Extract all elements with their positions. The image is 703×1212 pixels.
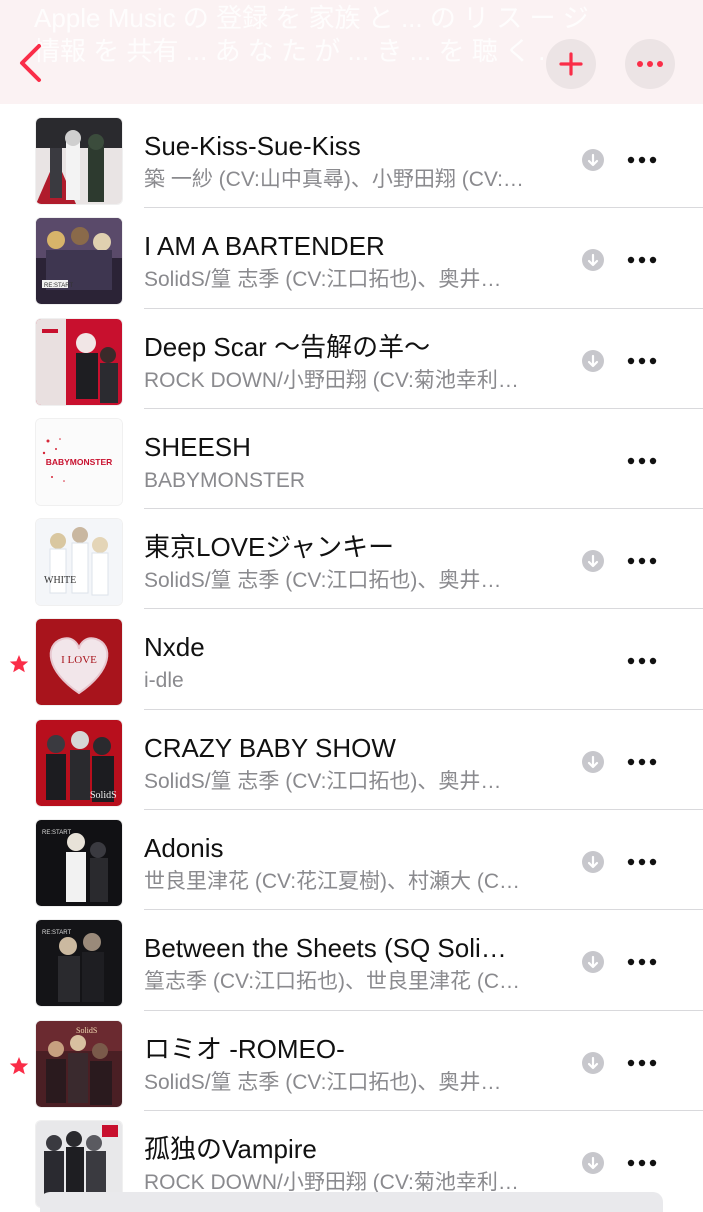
song-title: CRAZY BABY SHOW xyxy=(144,732,396,763)
plus-icon xyxy=(559,52,583,76)
song-row[interactable]: Sue-Kiss-Sue-Kiss 築 一紗 (CV:山中真尋)、小野田翔 (C… xyxy=(0,108,703,209)
artwork-label: BABYMONSTER xyxy=(46,457,113,467)
artwork-label: WHITE xyxy=(44,575,76,586)
download-icon[interactable] xyxy=(581,148,605,172)
download-icon[interactable] xyxy=(581,549,605,573)
song-more-button[interactable] xyxy=(622,747,662,777)
song-artist: 世良里津花 (CV:花江夏樹)、村瀬大 (CV… xyxy=(144,870,524,894)
ellipsis-icon xyxy=(637,61,663,67)
song-title: Nxde xyxy=(144,632,205,663)
song-row[interactable]: RE:START Between the Sheets (SQ Soli… 篁志… xyxy=(0,910,703,1011)
song-row[interactable]: SolidS ロミオ -ROMEO- SolidS/篁 志季 (CV:江口拓也)… xyxy=(0,1011,703,1111)
song-title: 孤独のVampire xyxy=(144,1133,317,1164)
song-row[interactable]: SolidS CRAZY BABY SHOW SolidS/篁 志季 (CV:江… xyxy=(0,710,703,811)
artwork-label: I LOVE xyxy=(61,654,97,666)
artwork-label: SolidS xyxy=(90,790,117,801)
song-artist: ROCK DOWN/小野田翔 (CV:菊池幸利… xyxy=(144,368,519,392)
song-artist: i-dle xyxy=(144,669,184,693)
ellipsis-icon xyxy=(627,959,657,966)
artwork-label: RE:START xyxy=(42,930,71,936)
song-artist: SolidS/篁 志季 (CV:江口拓也)、奥井… xyxy=(144,268,502,292)
album-artwork: BABYMONSTER xyxy=(36,418,122,505)
album-artwork: RE:START xyxy=(36,218,122,305)
favorite-star-icon xyxy=(9,1056,29,1074)
song-row[interactable]: I LOVE Nxde i-dle xyxy=(0,609,703,710)
artwork-label: RE:START xyxy=(42,830,71,836)
header-faded-line-1: Apple Music の 登録 を 家族 と ... の リ ス ー ジ xyxy=(34,3,589,33)
favorite-star-icon xyxy=(9,655,29,673)
song-title: Sue-Kiss-Sue-Kiss xyxy=(144,131,361,161)
song-more-button[interactable] xyxy=(622,346,662,376)
song-more-button[interactable] xyxy=(622,446,662,476)
song-title: Deep Scar 〜告解の羊〜 xyxy=(144,331,431,362)
song-artist: SolidS/篁 志季 (CV:江口拓也)、奥井… xyxy=(144,1070,502,1094)
song-row[interactable]: RE:START Adonis 世良里津花 (CV:花江夏樹)、村瀬大 (CV… xyxy=(0,810,703,911)
album-artwork xyxy=(36,118,122,204)
song-more-button[interactable] xyxy=(622,1148,662,1178)
song-list: Sue-Kiss-Sue-Kiss 築 一紗 (CV:山中真尋)、小野田翔 (C… xyxy=(0,108,703,1211)
download-icon[interactable] xyxy=(581,1151,605,1175)
back-button[interactable] xyxy=(10,38,50,88)
download-icon[interactable] xyxy=(581,1051,605,1075)
ellipsis-icon xyxy=(627,557,657,565)
album-artwork: RE:START xyxy=(36,820,122,907)
ellipsis-icon xyxy=(627,457,657,465)
song-more-button[interactable] xyxy=(622,145,662,175)
song-row[interactable]: BABYMONSTER SHEESH BABYMONSTER xyxy=(0,409,703,510)
download-icon[interactable] xyxy=(581,850,605,874)
song-title: SHEESH xyxy=(144,431,251,462)
album-artwork: WHITE xyxy=(36,519,122,606)
song-row[interactable]: WHITE 東京LOVEジャンキー SolidS/篁 志季 (CV:江口拓也)、… xyxy=(0,509,703,610)
more-options-button[interactable] xyxy=(625,39,675,89)
song-more-button[interactable] xyxy=(622,546,662,576)
ellipsis-icon xyxy=(627,1159,657,1167)
song-title: I AM A BARTENDER xyxy=(144,231,385,262)
ellipsis-icon xyxy=(627,658,657,665)
song-row[interactable]: RE:START I AM A BARTENDER SolidS/篁 志季 (C… xyxy=(0,208,703,309)
song-more-button[interactable] xyxy=(622,947,662,977)
album-artwork: RE:START xyxy=(36,920,122,1007)
mini-player-edge[interactable] xyxy=(40,1192,663,1212)
song-more-button[interactable] xyxy=(622,646,662,676)
add-button[interactable] xyxy=(546,39,596,89)
ellipsis-icon xyxy=(627,858,657,866)
song-more-button[interactable] xyxy=(622,245,662,275)
song-artist: BABYMONSTER xyxy=(144,468,306,492)
artwork-label: RE:START xyxy=(44,283,73,289)
download-icon[interactable] xyxy=(581,950,605,974)
song-artist: SolidS/篁 志季 (CV:江口拓也)、奥井… xyxy=(144,769,502,793)
album-artwork: I LOVE xyxy=(36,619,122,706)
ellipsis-icon xyxy=(627,357,657,364)
song-artist: 築 一紗 (CV:山中真尋)、小野田翔 (CV:… xyxy=(144,168,524,191)
ellipsis-icon xyxy=(627,1059,657,1066)
song-title: ロミオ -ROMEO- xyxy=(144,1033,345,1064)
song-title: Between the Sheets (SQ Soli… xyxy=(144,933,507,964)
header-bar: Apple Music の 登録 を 家族 と ... の リ ス ー ジ 情報… xyxy=(0,0,703,104)
album-artwork: SolidS xyxy=(36,719,122,806)
album-artwork: SolidS xyxy=(36,1020,122,1107)
download-icon[interactable] xyxy=(581,349,605,373)
download-icon[interactable] xyxy=(581,248,605,272)
album-artwork xyxy=(36,318,122,405)
ellipsis-icon xyxy=(627,758,657,765)
song-more-button[interactable] xyxy=(622,847,662,877)
download-icon[interactable] xyxy=(581,750,605,774)
ellipsis-icon xyxy=(627,156,657,164)
ellipsis-icon xyxy=(627,257,657,264)
song-artist: 篁志季 (CV:江口拓也)、世良里津花 (CV… xyxy=(144,970,524,994)
song-row[interactable]: Deep Scar 〜告解の羊〜 ROCK DOWN/小野田翔 (CV:菊池幸利… xyxy=(0,309,703,409)
artwork-label: SolidS xyxy=(76,1026,97,1035)
song-artist: SolidS/篁 志季 (CV:江口拓也)、奥井… xyxy=(144,569,502,593)
song-more-button[interactable] xyxy=(622,1048,662,1078)
chevron-left-icon xyxy=(20,44,41,82)
song-title: Adonis xyxy=(144,833,224,864)
song-title: 東京LOVEジャンキー xyxy=(144,532,395,563)
